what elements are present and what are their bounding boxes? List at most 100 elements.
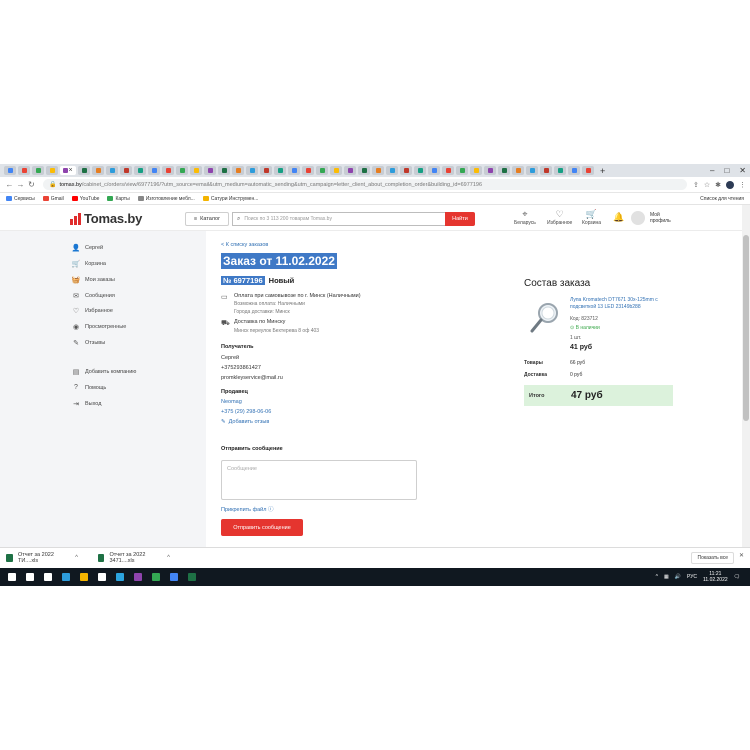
browser-tab[interactable] (32, 166, 44, 175)
magnifier-product-image[interactable] (528, 301, 562, 335)
product-name-link[interactable]: Лупа Kromatech DT7671 30x-125mm с подсве… (570, 297, 682, 311)
download-item[interactable]: Отчет за 2022 3471....xls ^ (98, 552, 170, 564)
avatar[interactable] (631, 211, 645, 225)
send-message-button[interactable]: Отправить сообщение (221, 519, 303, 536)
search-button[interactable]: Найти (445, 212, 475, 226)
file-explorer-icon[interactable] (76, 570, 92, 584)
forward-icon[interactable]: → (15, 180, 26, 189)
maximize-icon[interactable]: □ (724, 164, 729, 177)
cart-link[interactable]: 🛒 Корзина (582, 209, 601, 226)
browser-tab[interactable] (18, 166, 30, 175)
close-icon[interactable]: ✕ (739, 164, 746, 177)
browser-tab[interactable] (512, 166, 524, 175)
volume-icon[interactable]: 🔊 (675, 574, 681, 580)
reload-icon[interactable]: ↻ (26, 180, 37, 189)
network-icon[interactable]: ▦ (664, 574, 669, 580)
store-icon[interactable] (94, 570, 110, 584)
browser-tab[interactable] (218, 166, 230, 175)
sidebar-item[interactable]: 🧺 Мои заказы (71, 276, 115, 284)
browser-tab[interactable] (148, 166, 160, 175)
windows-start-icon[interactable] (4, 570, 20, 584)
minimize-icon[interactable]: – (710, 164, 714, 177)
viber-icon[interactable] (130, 570, 146, 584)
browser-tab[interactable] (540, 166, 552, 175)
browser-tab[interactable] (120, 166, 132, 175)
search-icon[interactable] (22, 570, 38, 584)
sidebar-item[interactable]: ✎ Отзывы (71, 339, 105, 347)
bookmark-item[interactable]: Карты (107, 196, 130, 202)
page-scrollbar[interactable] (742, 205, 750, 547)
show-all-downloads-button[interactable]: Показать все (691, 552, 734, 564)
back-icon[interactable]: ← (4, 180, 15, 189)
browser-tab[interactable] (428, 166, 440, 175)
seller-phone[interactable]: +375 (29) 298-06-06 (221, 409, 271, 415)
back-to-orders-link[interactable]: < К списку заказов (221, 242, 268, 248)
app-icon[interactable] (166, 570, 182, 584)
url-field[interactable]: 🔒 tomas.by /cabinet_c/orders/view/697719… (43, 179, 687, 190)
browser-tab[interactable] (386, 166, 398, 175)
browser-tab[interactable] (288, 166, 300, 175)
region-selector[interactable]: ⌖ Беларусь (514, 209, 536, 226)
excel-icon[interactable] (184, 570, 200, 584)
bookmark-item[interactable]: Gmail (42, 196, 64, 202)
browser-tab[interactable] (302, 166, 314, 175)
browser-tab[interactable] (260, 166, 272, 175)
new-tab-icon[interactable]: + (600, 166, 605, 176)
browser-tab[interactable] (554, 166, 566, 175)
message-textarea[interactable]: Сообщение (221, 460, 417, 500)
browser-tab[interactable] (442, 166, 454, 175)
share-icon[interactable]: ⇪ (693, 181, 699, 189)
browser-tab[interactable] (204, 166, 216, 175)
tab-active[interactable]: × (60, 166, 76, 175)
seller-link[interactable]: Neomag (221, 399, 242, 405)
bookmark-item[interactable]: YouTube (71, 196, 99, 202)
notifications-button[interactable]: 🔔 (613, 212, 624, 223)
site-logo[interactable]: Tomas.by (70, 211, 142, 226)
tab-close-icon[interactable]: × (68, 167, 72, 174)
browser-tab[interactable] (92, 166, 104, 175)
browser-tab[interactable] (526, 166, 538, 175)
browser-tab[interactable] (456, 166, 468, 175)
language-indicator[interactable]: РУС (687, 574, 697, 580)
add-review-link[interactable]: ✎ Добавить отзыв (221, 419, 269, 425)
browser-tab[interactable] (190, 166, 202, 175)
browser-tab[interactable] (372, 166, 384, 175)
browser-tab[interactable] (344, 166, 356, 175)
notifications-icon[interactable]: 🗨 (734, 574, 740, 580)
browser-tab[interactable] (78, 166, 90, 175)
download-item[interactable]: Отчет за 2022 ТИ....xls ^ (6, 552, 78, 564)
sidebar-item[interactable]: ? Помощь (71, 384, 106, 391)
browser-tab[interactable] (176, 166, 188, 175)
favorites-link[interactable]: ♡ Избранное (547, 209, 572, 226)
browser-tab[interactable] (316, 166, 328, 175)
sidebar-item[interactable]: ▤ Добавить компанию (71, 368, 137, 376)
sidebar-item[interactable]: ♡ Избранное (71, 307, 113, 315)
chevron-up-icon[interactable]: ^ (167, 555, 170, 561)
browser-tab[interactable] (162, 166, 174, 175)
scrollbar-thumb[interactable] (743, 235, 749, 421)
chevron-up-icon[interactable]: ^ (656, 574, 658, 580)
browser-tab[interactable] (484, 166, 496, 175)
bookmark-item[interactable]: Сервисы (6, 196, 35, 202)
browser-tab[interactable] (232, 166, 244, 175)
task-view-icon[interactable] (40, 570, 56, 584)
chevron-up-icon[interactable]: ^ (75, 555, 78, 561)
browser-tab[interactable] (582, 166, 594, 175)
browser-tab[interactable] (106, 166, 118, 175)
browser-tab[interactable] (414, 166, 426, 175)
browser-tab[interactable] (358, 166, 370, 175)
sidebar-item[interactable]: ◉ Просмотренные (71, 323, 126, 331)
edge-icon[interactable] (58, 570, 74, 584)
browser-tab[interactable] (498, 166, 510, 175)
sidebar-item[interactable]: 🛒 Корзина (71, 260, 106, 268)
browser-tab[interactable] (330, 166, 342, 175)
search-input[interactable]: ⌕ Поиск по 3 113 200 товарам Tomas.by (232, 212, 445, 226)
browser-tab[interactable] (470, 166, 482, 175)
close-icon[interactable]: ✕ (739, 552, 744, 559)
profile-label[interactable]: Мой профиль (650, 212, 680, 224)
browser-tab[interactable] (134, 166, 146, 175)
browser-tab[interactable] (400, 166, 412, 175)
browser-tab[interactable] (46, 166, 58, 175)
attach-file-link[interactable]: Прикрепить файл ⓘ (221, 505, 273, 513)
extensions-icon[interactable]: ✱ (715, 181, 721, 189)
